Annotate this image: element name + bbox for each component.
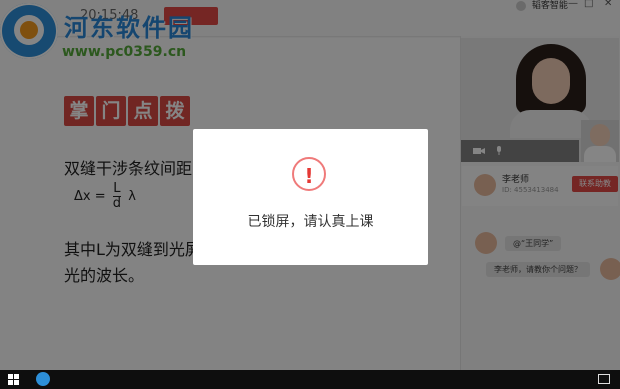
lock-message: 已锁屏，请认真上课 [247, 214, 374, 230]
notification-icon[interactable] [598, 374, 610, 384]
lock-dialog: ! 已锁屏，请认真上课 [193, 129, 428, 265]
warning-icon: ! [292, 157, 326, 191]
windows-start-icon[interactable] [8, 374, 20, 386]
taskbar-app-icon[interactable] [36, 372, 50, 386]
taskbar [0, 370, 620, 389]
